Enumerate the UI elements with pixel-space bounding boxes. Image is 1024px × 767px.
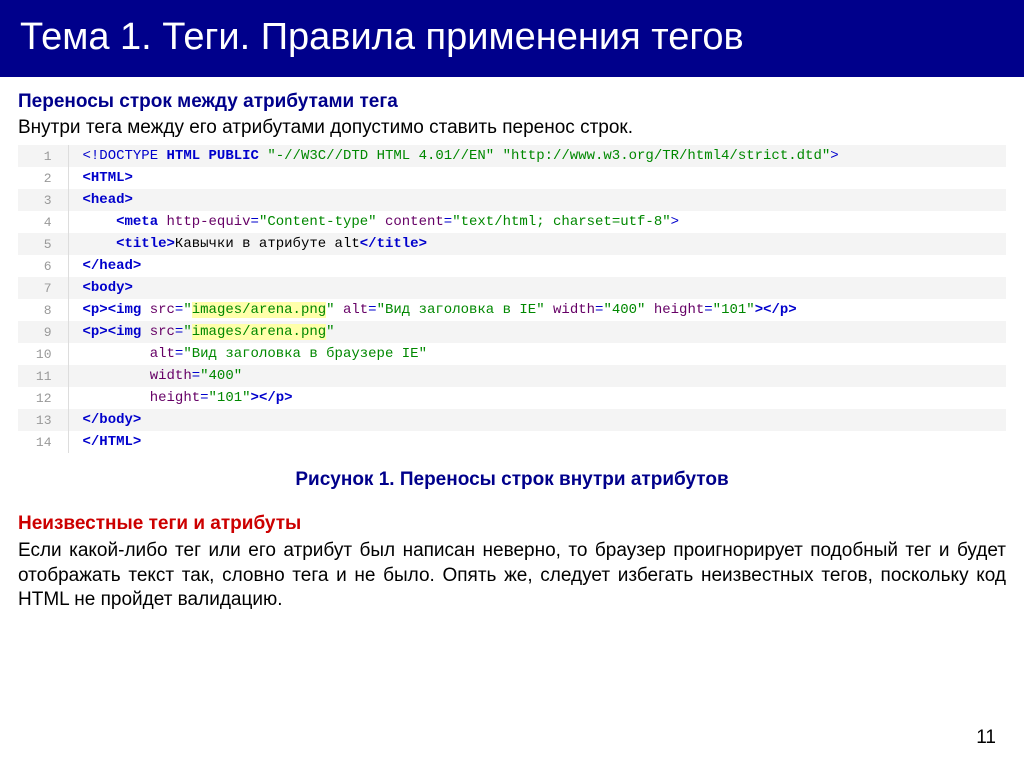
code-token: <head> <box>83 192 133 208</box>
code-token: = <box>368 302 376 318</box>
section2-title: Неизвестные теги и атрибуты <box>18 513 1006 535</box>
code-token: <!DOCTYPE <box>83 148 159 164</box>
code-token: ></p> <box>755 302 797 318</box>
code-token: "text/html; charset=utf-8" <box>452 214 670 230</box>
code-line: </body> <box>68 409 1006 431</box>
code-line: </HTML> <box>68 431 1006 453</box>
code-token: ></p> <box>251 390 293 406</box>
code-token: "101" <box>209 390 251 406</box>
line-number: 7 <box>18 277 68 299</box>
line-number: 5 <box>18 233 68 255</box>
code-line: <!DOCTYPE HTML PUBLIC "-//W3C//DTD HTML … <box>68 145 1006 167</box>
code-token: alt <box>83 346 175 362</box>
code-token: width <box>545 302 595 318</box>
code-token: </head> <box>83 258 142 274</box>
code-line: <title>Кавычки в атрибуте alt</title> <box>68 233 1006 255</box>
line-number: 11 <box>18 365 68 387</box>
code-token: HTML PUBLIC <box>158 148 259 164</box>
code-token: </body> <box>83 412 142 428</box>
line-number: 10 <box>18 343 68 365</box>
code-listing: 1<!DOCTYPE HTML PUBLIC "-//W3C//DTD HTML… <box>18 145 1006 453</box>
line-number: 8 <box>18 299 68 321</box>
line-number: 14 <box>18 431 68 453</box>
code-token: Кавычки в атрибуте alt <box>175 236 360 252</box>
code-token: "101" <box>713 302 755 318</box>
section1-title: Переносы строк между атрибутами тега <box>18 91 1006 113</box>
code-token: <p><img <box>83 324 142 340</box>
line-number: 1 <box>18 145 68 167</box>
code-line: <p><img src="images/arena.png" alt="Вид … <box>68 299 1006 321</box>
line-number: 13 <box>18 409 68 431</box>
code-token: </title> <box>360 236 427 252</box>
code-token: > <box>830 148 838 164</box>
code-token: "400" <box>200 368 242 384</box>
code-line: <HTML> <box>68 167 1006 189</box>
code-token: content <box>377 214 444 230</box>
code-token: = <box>251 214 259 230</box>
line-number: 4 <box>18 211 68 233</box>
slide-content: Переносы строк между атрибутами тега Вну… <box>0 77 1024 613</box>
line-number: 6 <box>18 255 68 277</box>
code-line: <p><img src="images/arena.png" <box>68 321 1006 343</box>
code-token: "Вид заголовка в браузере IE" <box>183 346 427 362</box>
line-number: 12 <box>18 387 68 409</box>
code-token: "-//W3C//DTD HTML 4.01//EN" "http://www.… <box>259 148 830 164</box>
section2-para: Если какой-либо тег или его атрибут был … <box>18 539 1006 613</box>
code-token: </HTML> <box>83 434 142 450</box>
code-line: alt="Вид заголовка в браузере IE" <box>68 343 1006 365</box>
code-token: "Вид заголовка в IE" <box>377 302 545 318</box>
code-token: > <box>671 214 679 230</box>
code-token: <HTML> <box>83 170 133 186</box>
code-token: height <box>645 302 704 318</box>
code-token: <body> <box>83 280 133 296</box>
code-token: " <box>326 324 334 340</box>
code-token: = <box>200 390 208 406</box>
code-token: " <box>183 324 191 340</box>
line-number: 2 <box>18 167 68 189</box>
code-token: images/arena.png <box>192 324 326 340</box>
slide-title: Тема 1. Теги. Правила применения тегов <box>0 0 1024 77</box>
code-token: <meta <box>83 214 159 230</box>
code-line: </head> <box>68 255 1006 277</box>
code-line: <meta http-equiv="Content-type" content=… <box>68 211 1006 233</box>
figure-caption: Рисунок 1. Переносы строк внутри атрибут… <box>18 469 1006 491</box>
code-token: src <box>141 324 175 340</box>
code-token: " <box>326 302 334 318</box>
code-token: = <box>444 214 452 230</box>
code-token: height <box>83 390 201 406</box>
code-token: width <box>83 368 192 384</box>
code-token: = <box>704 302 712 318</box>
code-token: = <box>192 368 200 384</box>
code-line: width="400" <box>68 365 1006 387</box>
code-token: " <box>183 302 191 318</box>
code-token: src <box>141 302 175 318</box>
section1-desc: Внутри тега между его атрибутами допусти… <box>18 117 1006 139</box>
line-number: 9 <box>18 321 68 343</box>
code-line: <head> <box>68 189 1006 211</box>
page-number: 11 <box>976 727 996 749</box>
code-token: http-equiv <box>158 214 250 230</box>
code-token: "Content-type" <box>259 214 377 230</box>
code-line: height="101"></p> <box>68 387 1006 409</box>
code-token: images/arena.png <box>192 302 326 318</box>
code-token: <title> <box>83 236 175 252</box>
code-token: alt <box>335 302 369 318</box>
code-token: <p><img <box>83 302 142 318</box>
code-line: <body> <box>68 277 1006 299</box>
code-token: "400" <box>603 302 645 318</box>
line-number: 3 <box>18 189 68 211</box>
